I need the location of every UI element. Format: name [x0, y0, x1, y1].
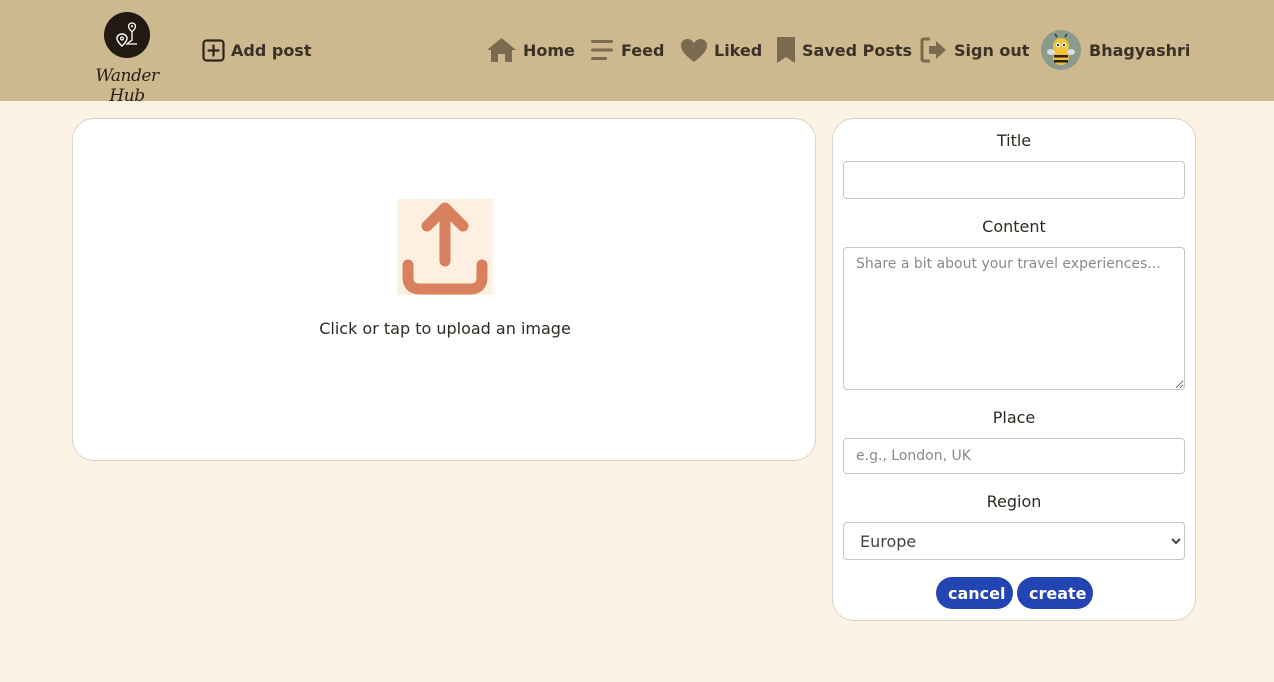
- user-name: Bhagyashri: [1089, 40, 1191, 60]
- cancel-button[interactable]: cancel: [936, 577, 1013, 609]
- content-label: Content: [982, 217, 1046, 236]
- region-label: Region: [986, 492, 1042, 511]
- title-label: Title: [996, 131, 1032, 150]
- nav-saved-label: Saved Posts: [802, 40, 913, 60]
- map-pin-icon: [104, 12, 150, 58]
- avatar: [1041, 30, 1081, 70]
- nav-home[interactable]: Home: [486, 34, 575, 66]
- upload-instruction: Click or tap to upload an image: [319, 319, 571, 338]
- upload-icon: [397, 199, 493, 295]
- title-input[interactable]: [843, 161, 1185, 199]
- nav-liked-label: Liked: [714, 40, 763, 60]
- nav-signout-label: Sign out: [954, 40, 1030, 60]
- post-form: Title Content Place Region Europe cancel…: [832, 118, 1196, 621]
- nav-feed-label: Feed: [621, 40, 665, 60]
- user-profile-link[interactable]: Bhagyashri: [1041, 30, 1190, 70]
- bookmark-icon: [776, 36, 796, 64]
- nav-feed[interactable]: Feed: [589, 34, 664, 66]
- place-input[interactable]: [843, 438, 1185, 474]
- heart-icon: [680, 38, 708, 63]
- top-nav-bar: Wander Hub Add post Home Feed Liked Save…: [0, 0, 1274, 106]
- home-icon: [486, 37, 517, 63]
- nav-home-label: Home: [523, 40, 575, 60]
- menu-lines-icon: [589, 38, 615, 62]
- nav-saved-posts[interactable]: Saved Posts: [776, 34, 912, 66]
- content-textarea[interactable]: [843, 247, 1185, 390]
- place-label: Place: [992, 408, 1036, 427]
- plus-square-icon: [202, 38, 225, 62]
- nav-liked[interactable]: Liked: [680, 34, 762, 66]
- add-post-label: Add post: [231, 40, 312, 60]
- wanderhub-logo[interactable]: Wander Hub: [78, 12, 176, 106]
- nav-sign-out[interactable]: Sign out: [920, 34, 1029, 66]
- region-select[interactable]: Europe: [843, 522, 1185, 560]
- image-upload-dropzone[interactable]: Click or tap to upload an image: [72, 118, 816, 461]
- create-button[interactable]: create: [1017, 577, 1093, 609]
- sign-out-icon: [920, 37, 948, 63]
- add-post-button[interactable]: Add post: [202, 34, 311, 66]
- logo-text: Wander Hub: [95, 66, 159, 106]
